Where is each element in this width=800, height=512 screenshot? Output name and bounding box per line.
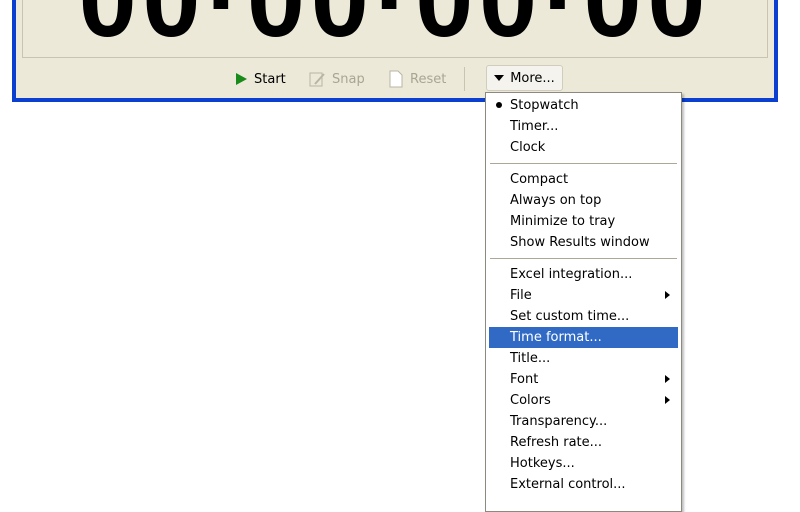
menu-label: Hotkeys... <box>510 456 575 471</box>
menu-item-file[interactable]: File <box>489 285 678 306</box>
radio-dot-icon <box>496 102 502 108</box>
more-label: More... <box>510 70 555 86</box>
menu-item-title[interactable]: Title... <box>489 348 678 369</box>
menu-label: Excel integration... <box>510 267 633 282</box>
menu-separator <box>490 258 677 259</box>
snap-label: Snap <box>332 71 365 87</box>
snap-button[interactable]: Snap <box>308 67 365 91</box>
menu-item-transparency[interactable]: Transparency... <box>489 411 678 432</box>
menu-item-clock[interactable]: Clock <box>489 137 678 158</box>
more-button[interactable]: More... <box>486 65 563 91</box>
menu-label: Transparency... <box>510 414 608 429</box>
menu-label: Minimize to tray <box>510 214 616 229</box>
menu-label: Refresh rate... <box>510 435 603 450</box>
stopwatch-window: 00·00·00·00 Start Snap Reset More... <box>12 0 778 102</box>
menu-item-excel-integration[interactable]: Excel integration... <box>489 264 678 285</box>
submenu-arrow-icon <box>665 396 670 404</box>
menu-separator <box>490 163 677 164</box>
menu-label: Time format... <box>510 330 602 345</box>
snap-icon <box>309 72 325 87</box>
menu-label: Compact <box>510 172 569 187</box>
reset-button[interactable]: Reset <box>388 67 446 91</box>
caret-down-icon <box>494 75 505 81</box>
menu-label: Timer... <box>510 119 559 134</box>
start-label: Start <box>254 71 286 87</box>
menu-item-minimize-to-tray[interactable]: Minimize to tray <box>489 211 678 232</box>
menu-item-always-on-top[interactable]: Always on top <box>489 190 678 211</box>
menu-label: Colors <box>510 393 551 408</box>
document-icon <box>389 70 403 88</box>
menu-label: Set custom time... <box>510 309 630 324</box>
menu-label: Title... <box>510 351 551 366</box>
menu-item-compact[interactable]: Compact <box>489 169 678 190</box>
toolbar-divider <box>464 67 465 91</box>
menu-label: External control... <box>510 477 626 492</box>
reset-label: Reset <box>410 71 447 87</box>
menu-label: Clock <box>510 140 546 155</box>
more-dropdown-menu: Stopwatch Timer... Clock Compact Always … <box>485 92 682 512</box>
window-body: 00·00·00·00 Start Snap Reset More... <box>16 0 774 98</box>
start-button[interactable]: Start <box>234 67 286 91</box>
submenu-arrow-icon <box>665 375 670 383</box>
menu-item-colors[interactable]: Colors <box>489 390 678 411</box>
menu-item-timer[interactable]: Timer... <box>489 116 678 137</box>
menu-item-external-control[interactable]: External control... <box>489 474 678 495</box>
menu-item-time-format[interactable]: Time format... <box>489 327 678 348</box>
menu-item-set-custom-time[interactable]: Set custom time... <box>489 306 678 327</box>
menu-label: Stopwatch <box>510 98 579 113</box>
menu-label: Always on top <box>510 193 602 208</box>
toolbar: Start Snap Reset More... <box>16 65 774 93</box>
time-display: 00·00·00·00 <box>22 0 768 58</box>
play-icon <box>236 73 247 85</box>
menu-item-refresh-rate[interactable]: Refresh rate... <box>489 432 678 453</box>
menu-label: File <box>510 288 532 303</box>
menu-item-hotkeys[interactable]: Hotkeys... <box>489 453 678 474</box>
menu-item-show-results[interactable]: Show Results window <box>489 232 678 253</box>
menu-label: Font <box>510 372 539 387</box>
menu-item-stopwatch[interactable]: Stopwatch <box>489 95 678 116</box>
menu-item-font[interactable]: Font <box>489 369 678 390</box>
submenu-arrow-icon <box>665 291 670 299</box>
time-digits: 00·00·00·00 <box>78 0 712 58</box>
menu-label: Show Results window <box>510 235 650 250</box>
